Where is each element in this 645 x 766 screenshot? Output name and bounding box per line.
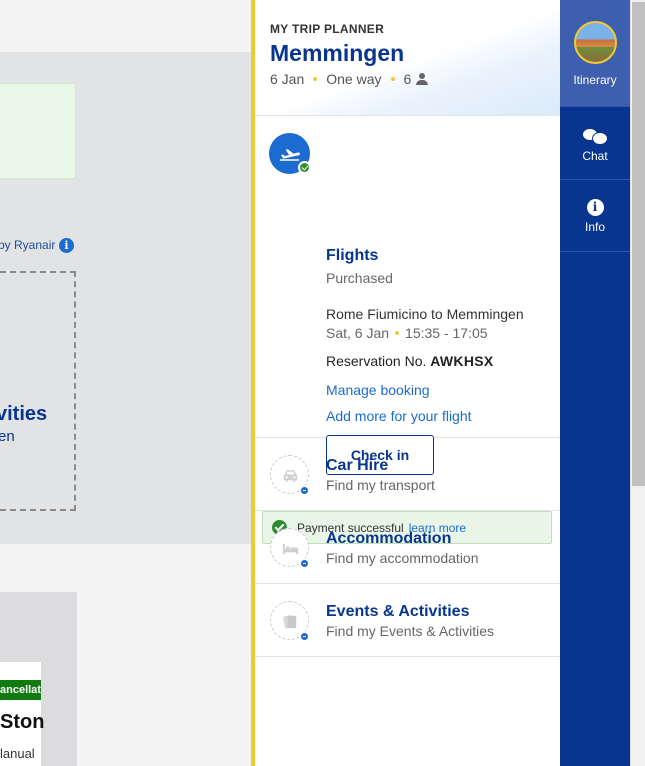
car-hire-sub: Find my transport [326, 477, 435, 493]
add-badge-icon [299, 485, 310, 496]
background-activities-sub: en [0, 428, 15, 445]
flight-schedule: Sat, 6 Jan 15:35 - 17:05 [326, 325, 488, 341]
nav-info[interactable]: i Info [560, 180, 630, 252]
add-badge-icon [299, 558, 310, 569]
nav-chat-label: Chat [582, 149, 608, 163]
planner-label: MY TRIP PLANNER [270, 22, 385, 36]
reservation-code: AWKHSX [430, 353, 494, 369]
reservation-number: Reservation No. AWKHSX [326, 353, 494, 369]
add-more-link[interactable]: Add more for your flight [326, 408, 472, 424]
flight-route: Rome Fiumicino to Memmingen [326, 306, 524, 322]
accommodation-title: Accommodation [326, 530, 452, 547]
flights-title[interactable]: Flights [326, 247, 378, 265]
background-cancellation-badge: ancellati [0, 680, 41, 700]
destination-avatar [573, 21, 617, 64]
nav-itinerary[interactable]: Itinerary [560, 0, 630, 107]
background-activities-box[interactable] [0, 271, 76, 511]
separator-dot [395, 331, 400, 335]
reservation-label: Reservation No. [326, 353, 427, 369]
manage-booking-link[interactable]: Manage booking [326, 382, 430, 398]
separator-dot [390, 77, 395, 81]
chat-bubbles-icon [583, 129, 608, 145]
person-icon [416, 73, 429, 85]
events-sub: Find my Events & Activities [326, 623, 495, 639]
nav-itinerary-label: Itinerary [573, 73, 617, 87]
events-title: Events & Activities [326, 603, 470, 620]
background-info-icon[interactable]: i [59, 238, 74, 253]
flights-status: Purchased [326, 270, 393, 286]
flight-time: 15:35 - 17:05 [405, 325, 488, 341]
background-card-title: Ston [0, 711, 45, 733]
trip-planner-panel: MY TRIP PLANNER Memmingen 6 Jan One way … [251, 0, 560, 766]
separator-dot [313, 77, 318, 81]
background-green-card [0, 83, 76, 179]
planner-header: MY TRIP PLANNER Memmingen 6 Jan One way … [255, 0, 560, 116]
background-ryanair-text: by Ryanair [0, 238, 56, 252]
side-nav: Itinerary Chat i Info [560, 0, 630, 766]
trip-type: One way [326, 71, 382, 87]
flights-section: Flights Purchased Rome Fiumicino to Memm… [255, 116, 560, 544]
car-hire-title: Car Hire [326, 457, 389, 474]
car-hire-section[interactable]: Car Hire Find my transport [255, 438, 560, 511]
purchased-check-icon [298, 161, 311, 174]
add-badge-icon [299, 631, 310, 642]
nav-info-label: Info [584, 220, 605, 234]
accommodation-section[interactable]: Accommodation Find my accommodation [255, 511, 560, 584]
destination-title: Memmingen [270, 40, 405, 66]
nav-chat[interactable]: Chat [560, 107, 630, 180]
info-icon: i [586, 199, 604, 216]
scrollbar-thumb[interactable] [632, 2, 645, 486]
background-card-text: lanual [0, 746, 35, 761]
page-scrollbar[interactable] [630, 0, 645, 766]
accommodation-sub: Find my accommodation [326, 550, 479, 566]
trip-meta: 6 Jan One way 6 [270, 71, 560, 87]
trip-date: 6 Jan [270, 71, 305, 87]
background-activities-heading: vities [0, 403, 48, 425]
passenger-count: 6 [403, 71, 412, 87]
events-section[interactable]: Events & Activities Find my Events & Act… [255, 584, 560, 657]
flight-date: Sat, 6 Jan [326, 325, 390, 341]
background-page: by Ryanair i vities en ancellati Ston la… [0, 0, 252, 766]
